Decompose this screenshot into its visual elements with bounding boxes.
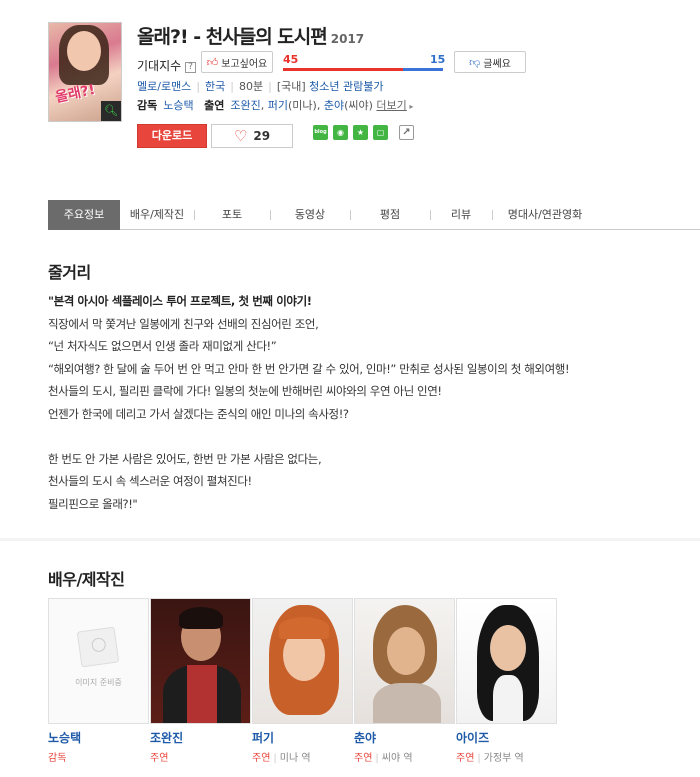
runtime: 80분 <box>239 80 264 93</box>
profile-photo <box>252 598 353 724</box>
want-count: 45 <box>283 53 299 66</box>
cast-role-1: (미나) <box>288 99 317 112</box>
movie-title-text: 올래?! - 천사들의 도시편 <box>137 26 328 48</box>
country-link[interactable]: 한국 <box>205 80 225 93</box>
more-link[interactable]: 더보기 <box>376 99 406 112</box>
cast-name[interactable]: 노승택 <box>48 729 149 746</box>
thumbs-down-icon: 👎︎ <box>469 55 481 69</box>
help-icon[interactable]: ? <box>185 62 196 73</box>
section-divider <box>0 538 700 541</box>
movie-year: 2017 <box>330 32 365 46</box>
cast-link-0[interactable]: 조완진 <box>230 99 260 112</box>
tab-video[interactable]: 동영상 <box>270 200 350 230</box>
cast-link-1[interactable]: 퍼기 <box>268 99 288 112</box>
download-button[interactable]: 다운로드 <box>137 124 207 148</box>
cast-name[interactable]: 퍼기 <box>252 729 353 746</box>
zoom-icon[interactable]: 🔍︎ <box>101 101 121 121</box>
cast-heading: 배우/제작진 <box>48 570 125 589</box>
cast-role: 주연 <box>150 753 169 764</box>
movie-meta-line: 멜로/로맨스 | 한국 | 80분 | [국내] 청소년 관람불가 <box>137 80 384 93</box>
star-icon[interactable]: ★ <box>353 125 368 140</box>
synopsis-heading: 줄거리 <box>48 263 91 282</box>
synopsis-line: 필리핀으로 올래?!" <box>48 496 138 511</box>
want-label: 보고싶어요 <box>221 58 268 70</box>
director-link[interactable]: 노승택 <box>163 99 193 112</box>
cast-name[interactable]: 조완진 <box>150 729 251 746</box>
section-tabs: 주요정보 배우/제작진 포토 동영상 평점 리뷰 명대사/연관영화 <box>48 200 700 230</box>
rating-region: [국내] <box>276 80 306 93</box>
tab-main-info[interactable]: 주요정보 <box>48 200 120 230</box>
cast-card[interactable]: 춘야 주연 | 씨야 역 <box>354 598 455 764</box>
movie-poster[interactable]: 올래?! 🔍︎ <box>48 22 122 122</box>
synopsis-body: "본격 아시아 섹플레이스 투어 프로젝트, 첫 번째 이야기! 직장에서 막 … <box>48 290 688 515</box>
chevron-right-icon: ▸ <box>406 102 414 111</box>
tab-review[interactable]: 리뷰 <box>430 200 492 230</box>
credits-line: 감독 노승택 출연 조완진, 퍼기(미나), 춘야(씨야) 더보기 ▸ <box>137 99 414 112</box>
thumbs-up-icon: 👍︎ <box>206 55 219 69</box>
synopsis-line: 천사들의 도시, 필리핀 클락에 가다! 일봉의 첫눈에 반해버린 씨야와의 우… <box>48 384 442 399</box>
no-image-icon <box>76 626 120 668</box>
movie-title: 올래?! - 천사들의 도시편 2017 <box>137 22 364 49</box>
cast-card[interactable]: 이미지 준비중 노승택 감독 <box>48 598 149 764</box>
synopsis-line: “해외여행? 한 달에 술 두어 번 안 먹고 안마 한 번 안가면 갈 수 있… <box>48 361 570 376</box>
profile-placeholder: 이미지 준비중 <box>48 598 149 724</box>
profile-photo <box>354 598 455 724</box>
tab-quotes-related[interactable]: 명대사/연관영화 <box>492 200 598 230</box>
cast-name[interactable]: 아이즈 <box>456 729 557 746</box>
genre-link[interactable]: 멜로/로맨스 <box>137 80 191 93</box>
want-to-see-button[interactable]: 👍︎ 보고싶어요 <box>201 51 273 73</box>
no-image-caption: 이미지 준비중 <box>75 678 122 687</box>
synopsis-line: 한 번도 안 가본 사람은 있어도, 한번 만 가본 사람은 없다는, <box>48 451 322 466</box>
cast-label: 출연 <box>204 99 225 112</box>
rating-link[interactable]: 청소년 관람불가 <box>309 80 383 93</box>
cast-card[interactable]: 아이즈 주연 | 가정부 역 <box>456 598 557 764</box>
cast-card[interactable]: 조완진 주연 <box>150 598 251 764</box>
cast-role: 주연 | 가정부 역 <box>456 753 524 764</box>
synopsis-line: “넌 처자식도 없으면서 인생 졸라 재미없게 산다!” <box>48 339 277 354</box>
cast-link-2[interactable]: 춘야 <box>324 99 344 112</box>
blog-icon[interactable]: blog <box>313 125 328 140</box>
director-label: 감독 <box>137 99 158 112</box>
cast-role-2: (씨야) <box>344 99 373 112</box>
tab-rating[interactable]: 평점 <box>350 200 430 230</box>
profile-photo <box>456 598 557 724</box>
cast-card[interactable]: 퍼기 주연 | 미나 역 <box>252 598 353 764</box>
expect-label: 기대지수 <box>137 59 182 73</box>
synopsis-line: 직장에서 막 쫓겨난 일봉에게 친구와 선배의 진심어린 조언, <box>48 316 319 331</box>
cast-role: 감독 <box>48 753 67 764</box>
meh-label: 글쎄요 <box>483 58 511 70</box>
meh-count: 15 <box>430 53 446 66</box>
like-button[interactable]: ♡ 29 <box>211 124 293 148</box>
cast-role: 주연 | 미나 역 <box>252 753 311 764</box>
cast-list: 이미지 준비중 노승택 감독 조완진 주연 퍼기 주연 | 미나 역 춘야 주연 | 씨… <box>48 598 558 764</box>
expect-index-label: 기대지수 ? <box>137 57 196 74</box>
not-sure-button[interactable]: 👎︎ 글쎄요 <box>454 51 526 73</box>
cast-role: 주연 | 씨야 역 <box>354 753 413 764</box>
share-bar: blog ◉ ★ ▢ ↗ <box>313 125 414 140</box>
band-icon[interactable]: ◉ <box>333 125 348 140</box>
profile-photo <box>150 598 251 724</box>
tab-cast-crew[interactable]: 배우/제작진 <box>120 200 194 230</box>
synopsis-lead: "본격 아시아 섹플레이스 투어 프로젝트, 첫 번째 이야기! <box>48 294 312 308</box>
square-icon[interactable]: ▢ <box>373 125 388 140</box>
tab-photo[interactable]: 포토 <box>194 200 270 230</box>
synopsis-line: 언젠가 한국에 데리고 가서 살겠다는 준식의 애인 미나의 속사정!? <box>48 406 349 421</box>
share-icon[interactable]: ↗ <box>399 125 414 140</box>
cast-name[interactable]: 춘야 <box>354 729 455 746</box>
like-count: 29 <box>253 129 271 143</box>
expect-ratio-fill <box>283 68 403 71</box>
synopsis-line: 천사들의 도시 속 섹스러운 여정이 펼쳐진다! <box>48 474 252 489</box>
expect-ratio-bar <box>283 68 443 71</box>
poster-face <box>67 31 101 71</box>
heart-icon: ♡ <box>233 127 248 145</box>
